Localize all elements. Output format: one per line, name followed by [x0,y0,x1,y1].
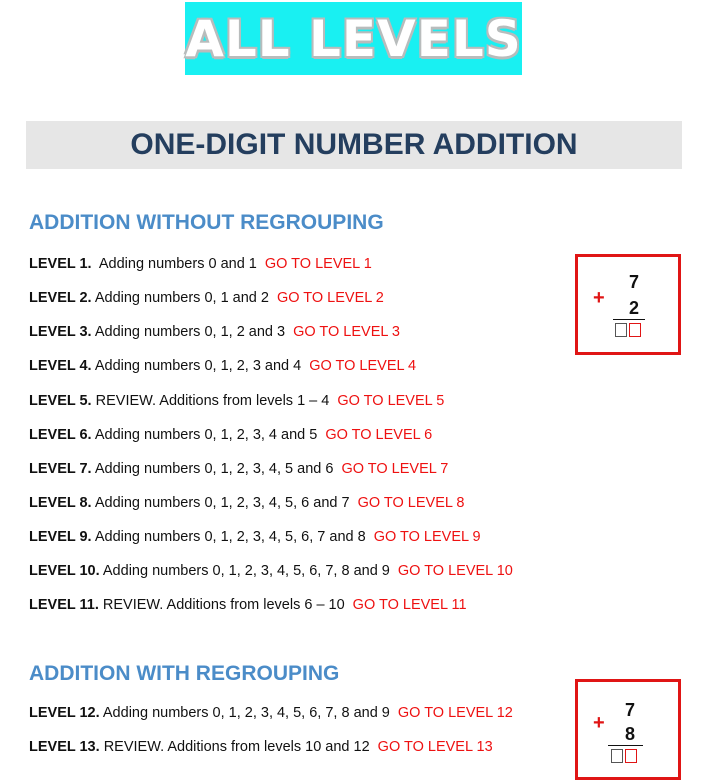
level-row: LEVEL 10. Adding numbers 0, 1, 2, 3, 4, … [29,563,513,579]
level-number: LEVEL 3. [29,324,92,340]
level-description: Adding numbers 0 and 1 [98,256,257,272]
go-to-level-link[interactable]: GO TO LEVEL 1 [265,256,372,272]
level-number: LEVEL 10. [29,563,100,579]
plus-sign-icon: + [593,712,605,734]
section-heading-without-regrouping: ADDITION WITHOUT REGROUPING [29,211,384,234]
all-levels-banner: ALL LEVELS [185,2,522,75]
level-row: LEVEL 5. REVIEW. Additions from levels 1… [29,393,444,409]
go-to-level-link[interactable]: GO TO LEVEL 12 [398,705,513,721]
go-to-level-link[interactable]: GO TO LEVEL 7 [341,461,448,477]
level-description: Adding numbers 0, 1 and 2 [94,290,269,306]
page-title: ONE-DIGIT NUMBER ADDITION [130,128,578,161]
go-to-level-link[interactable]: GO TO LEVEL 10 [398,563,513,579]
level-number: LEVEL 5. [29,393,92,409]
level-row: LEVEL 4. Adding numbers 0, 1, 2, 3 and 4… [29,358,416,374]
example-addition-box: + 7 2 [575,254,681,355]
level-description: Adding numbers 0, 1, 2, 3, 4, 5, 6, 7 an… [94,529,366,545]
go-to-level-link[interactable]: GO TO LEVEL 2 [277,290,384,306]
go-to-level-link[interactable]: GO TO LEVEL 3 [293,324,400,340]
level-description: REVIEW. Additions from levels 1 – 4 [95,393,330,409]
go-to-level-link[interactable]: GO TO LEVEL 4 [309,358,416,374]
level-row: LEVEL 2. Adding numbers 0, 1 and 2 GO TO … [29,290,384,306]
example-top-digit: 7 [629,272,640,292]
level-number: LEVEL 13. [29,739,100,755]
level-row: LEVEL 3. Adding numbers 0, 1, 2 and 3 GO … [29,324,400,340]
level-description: Adding numbers 0, 1, 2, 3, 4, 5, 6 and 7 [94,495,350,511]
go-to-level-link[interactable]: GO TO LEVEL 5 [337,393,444,409]
section-heading-with-regrouping: ADDITION WITH REGROUPING [29,662,340,685]
example-top-digit: 7 [625,700,636,720]
answer-box-icon [629,323,641,337]
level-description: Adding numbers 0, 1, 2, 3, 4 and 5 [94,427,318,443]
level-number: LEVEL 7. [29,461,92,477]
level-number: LEVEL 4. [29,358,92,374]
level-number: LEVEL 8. [29,495,92,511]
level-number: LEVEL 9. [29,529,92,545]
level-description: Adding numbers 0, 1, 2, 3 and 4 [94,358,302,374]
level-row: LEVEL 8. Adding numbers 0, 1, 2, 3, 4, 5… [29,495,465,511]
sum-line [608,745,643,746]
go-to-level-link[interactable]: GO TO LEVEL 6 [325,427,432,443]
level-row: LEVEL 6. Adding numbers 0, 1, 2, 3, 4 an… [29,427,432,443]
example-bottom-digit: 2 [629,298,640,318]
go-to-level-link[interactable]: GO TO LEVEL 11 [353,597,467,613]
level-number: LEVEL 6. [29,427,92,443]
page-title-bar: ONE-DIGIT NUMBER ADDITION [26,121,682,169]
level-description: Adding numbers 0, 1, 2, 3, 4, 5 and 6 [94,461,334,477]
level-description: REVIEW. Additions from levels 10 and 12 [103,739,370,755]
level-row: LEVEL 13. REVIEW. Additions from levels … [29,739,493,755]
level-description: Adding numbers 0, 1, 2 and 3 [94,324,286,340]
level-row: LEVEL 1. Adding numbers 0 and 1 GO TO LEV… [29,256,372,272]
example-bottom-digit: 8 [625,724,636,744]
answer-box-icon [615,323,627,337]
banner-title: ALL LEVELS [185,9,522,68]
go-to-level-link[interactable]: GO TO LEVEL 9 [374,529,481,545]
level-number: LEVEL 2. [29,290,92,306]
level-row: LEVEL 9. Adding numbers 0, 1, 2, 3, 4, 5… [29,529,481,545]
level-row: LEVEL 7. Adding numbers 0, 1, 2, 3, 4, 5… [29,461,448,477]
level-description: REVIEW. Additions from levels 6 – 10 [102,597,345,613]
level-row: LEVEL 11. REVIEW. Additions from levels … [29,597,467,613]
level-description: Adding numbers 0, 1, 2, 3, 4, 5, 6, 7, 8… [102,563,390,579]
answer-box-icon [611,749,623,763]
example-addition-box: + 7 8 [575,679,681,780]
go-to-level-link[interactable]: GO TO LEVEL 8 [358,495,465,511]
level-number: LEVEL 11. [29,597,99,613]
level-number: LEVEL 1. [29,256,92,272]
go-to-level-link[interactable]: GO TO LEVEL 13 [378,739,493,755]
sum-line [613,319,645,320]
level-description: Adding numbers 0, 1, 2, 3, 4, 5, 6, 7, 8… [102,705,390,721]
plus-sign-icon: + [593,287,605,309]
level-row: LEVEL 12. Adding numbers 0, 1, 2, 3, 4, … [29,705,513,721]
level-number: LEVEL 12. [29,705,100,721]
answer-box-icon [625,749,637,763]
